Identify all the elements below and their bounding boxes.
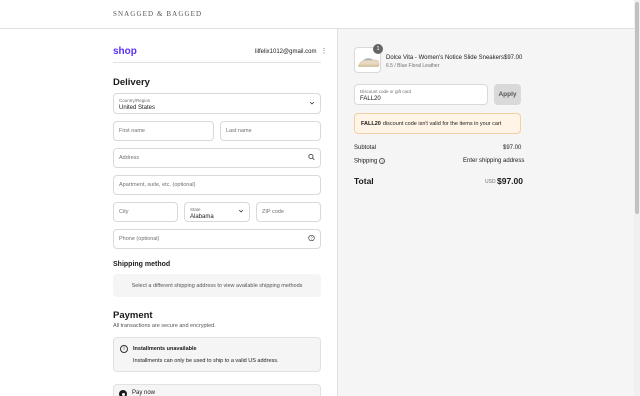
pay-now-radio[interactable] [119,390,127,396]
product-name: Dolce Vita - Women's Notice Slide Sneake… [386,55,504,61]
shipping-value: Enter shipping address [463,158,525,164]
city-field[interactable]: City [113,202,178,222]
first-name-field[interactable]: First name [113,121,214,141]
chevron-down-icon [309,100,315,108]
state-select[interactable]: State Alabama [184,202,250,222]
quantity-badge: 1 [373,44,383,54]
svg-text:?: ? [310,236,313,241]
last-name-field[interactable]: Last name [220,121,321,141]
installments-title: Installments unavailable [133,346,197,352]
subtotal-label: Subtotal [354,145,377,151]
account-menu[interactable]: lilfelix1012@gmail.com ⋮ [255,48,327,55]
total-value: $97.00 [497,176,523,186]
payment-subtitle: All transactions are secure and encrypte… [113,323,216,329]
product-variant: 6.5 / Blue Floral Leather [386,63,440,69]
search-icon [308,153,315,163]
pay-now-label: Pay now [132,390,156,396]
address-field[interactable]: Address [113,148,321,168]
account-email: lilfelix1012@gmail.com [255,48,317,55]
discount-error-message: discount code isn't valid for the items … [382,120,502,127]
help-icon[interactable]: ? [379,158,386,164]
phone-field[interactable]: Phone (optional) ? [113,229,321,249]
total-label: Total [354,176,374,186]
apartment-field[interactable]: Apartment, suite, etc. (optional) [113,175,321,195]
pay-now-option[interactable]: Pay now [113,384,321,396]
zip-placeholder: ZIP code [262,209,284,215]
info-icon: i [120,345,128,353]
shipping-row: Shipping? [354,158,386,165]
top-bar: SNAGGED & BAGGED [0,0,640,29]
currency-code: USD [485,179,496,185]
shipping-label: Shipping [354,158,378,165]
country-select[interactable]: Country/Region United States [113,93,321,114]
store-brand-logo[interactable]: SNAGGED & BAGGED [113,10,202,18]
shop-pay-logo: shop [113,46,137,57]
subtotal-value: $97.00 [503,145,522,151]
installments-notice: i Installments unavailable Installments … [113,337,321,372]
state-value: Alabama [190,214,214,220]
discount-error-notice: FALL20 discount code isn't valid for the… [354,113,521,134]
kebab-icon[interactable]: ⋮ [320,48,327,55]
product-price: $97.00 [504,55,523,61]
shipping-method-heading: Shipping method [113,261,171,268]
phone-placeholder: Phone (optional) [119,236,160,242]
scrollbar[interactable] [634,0,640,396]
apartment-placeholder: Apartment, suite, etc. (optional) [119,182,196,188]
discount-code-input[interactable]: Discount code or gift card FALL20 [354,84,488,105]
state-label: State [190,207,201,212]
discount-error-code: FALL20 [361,120,381,127]
last-name-placeholder: Last name [226,128,252,134]
discount-label: Discount code or gift card [360,89,412,94]
first-name-placeholder: First name [119,128,145,134]
zip-field[interactable]: ZIP code [256,202,321,222]
shipping-method-notice: Select a different shipping address to v… [113,274,321,297]
divider [113,62,321,63]
payment-heading: Payment [113,310,153,321]
apply-discount-button[interactable]: Apply [494,84,521,105]
chevron-down-icon [238,208,244,216]
city-placeholder: City [119,209,129,215]
help-icon[interactable]: ? [308,234,315,244]
delivery-heading: Delivery [113,77,150,88]
installments-body: Installments can only be used to ship to… [133,358,279,364]
country-value: United States [119,105,156,111]
scrollbar-thumb[interactable] [635,2,639,214]
address-placeholder: Address [119,155,140,161]
country-label: Country/Region [119,98,151,103]
discount-value: FALL20 [360,96,381,102]
